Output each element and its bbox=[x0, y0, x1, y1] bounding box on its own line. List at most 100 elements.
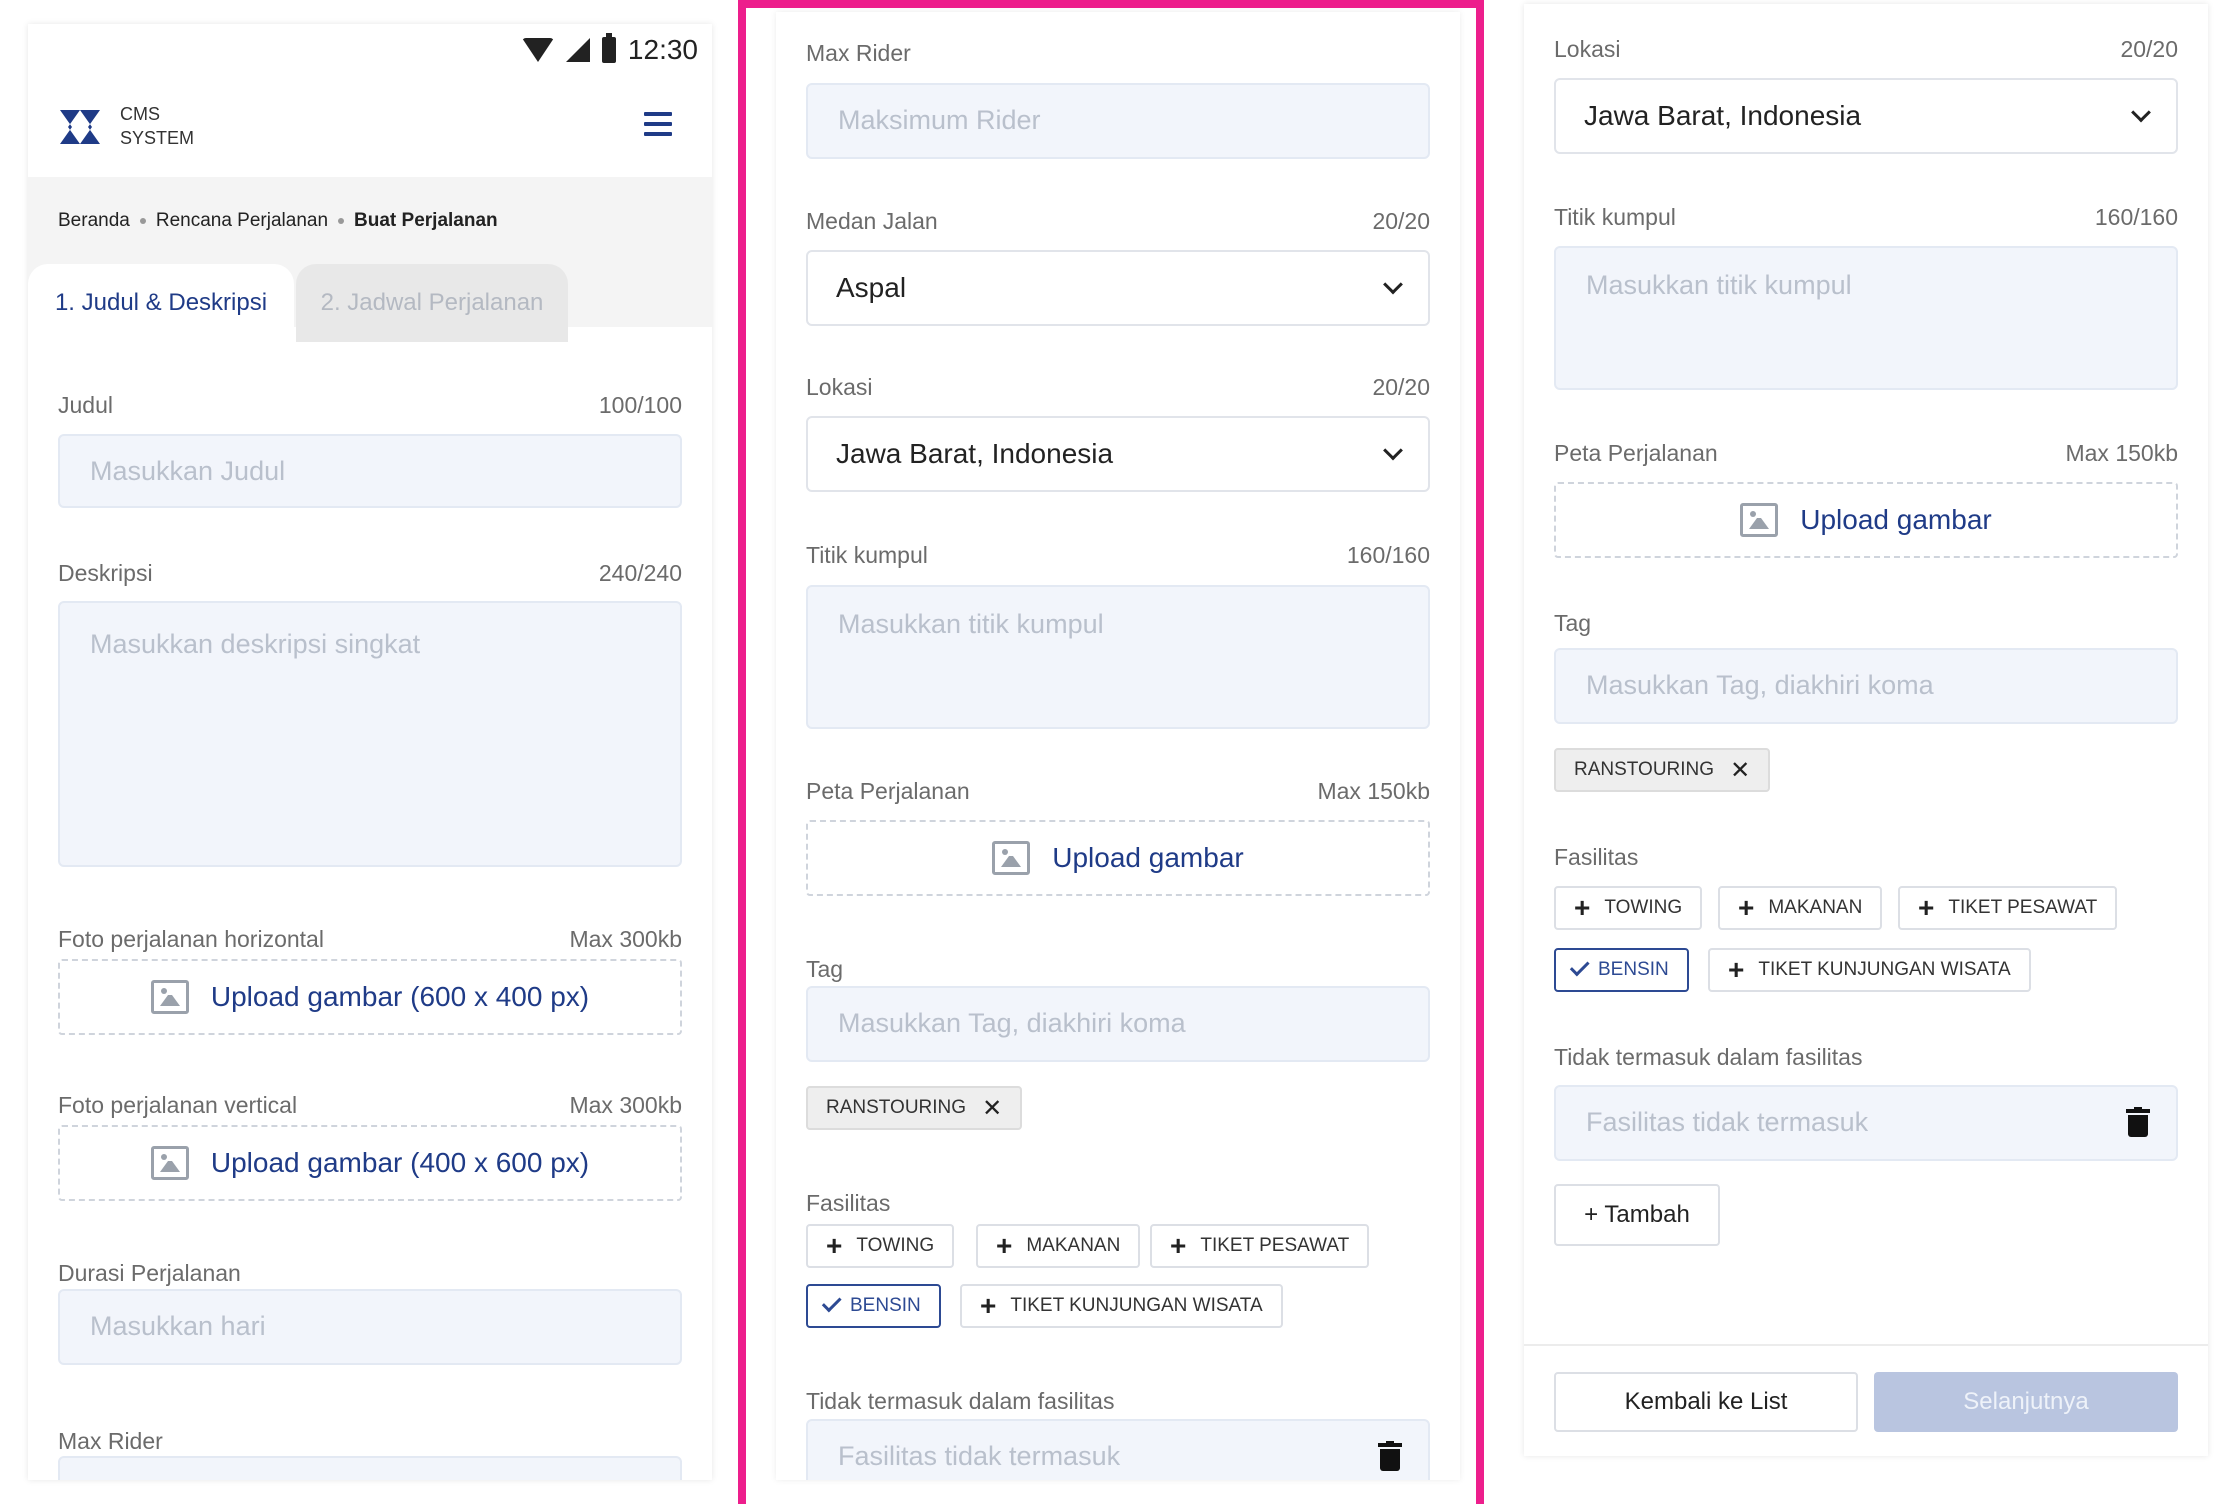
logo-icon[interactable] bbox=[58, 106, 104, 148]
fasilitas-chip-towing[interactable]: + TOWING bbox=[1554, 886, 1703, 930]
tab-jadwal-perjalanan[interactable]: 2. Jadwal Perjalanan bbox=[296, 264, 568, 342]
titik-kumpul-textarea[interactable]: Masukkan titik kumpul bbox=[806, 585, 1430, 729]
deskripsi-label: Deskripsi bbox=[58, 560, 153, 586]
trash-icon[interactable] bbox=[2126, 1107, 2150, 1137]
mobile-screen-3: Lokasi 20/20 Jawa Barat, Indonesia Titik… bbox=[1524, 4, 2208, 1456]
tag-chip: RANSTOURING ✕ bbox=[806, 1086, 1023, 1130]
add-exclusion-button[interactable]: + Tambah bbox=[1554, 1184, 1720, 1246]
fasilitas-chip-tiket-kunjungan[interactable]: + TIKET KUNJUNGAN WISATA bbox=[1708, 948, 2031, 992]
lokasi-value: Jawa Barat, Indonesia bbox=[1584, 100, 1862, 131]
titik-kumpul-counter: 160/160 bbox=[2094, 204, 2178, 230]
status-bar: 12:30 bbox=[521, 33, 698, 66]
plus-icon: + bbox=[826, 1230, 843, 1261]
mobile-screen-2: Max Rider Maksimum Rider Medan Jalan 20/… bbox=[776, 12, 1460, 1480]
durasi-input[interactable]: Masukkan hari bbox=[58, 1289, 682, 1365]
hamburger-icon[interactable] bbox=[644, 112, 672, 136]
tidak-termasuk-placeholder: Fasilitas tidak termasuk bbox=[838, 1441, 1121, 1471]
peta-limit: Max 150kb bbox=[2065, 440, 2178, 466]
chevron-down-icon bbox=[1383, 440, 1403, 461]
fasilitas-chip-tiket-pesawat[interactable]: + TIKET PESAWAT bbox=[1898, 886, 2118, 930]
upload-text: Upload gambar bbox=[1800, 504, 1992, 535]
upload-text: Upload gambar bbox=[1052, 842, 1244, 873]
upload-text: Upload gambar (400 x 600 px) bbox=[210, 1147, 590, 1178]
medan-jalan-select[interactable]: Aspal bbox=[806, 250, 1430, 326]
titik-kumpul-textarea[interactable]: Masukkan titik kumpul bbox=[1554, 246, 2178, 390]
peta-label: Peta Perjalanan bbox=[1554, 440, 1718, 466]
chip-label: TOWING bbox=[1604, 897, 1683, 918]
fasilitas-label: Fasilitas bbox=[1554, 844, 1639, 870]
plus-icon: + bbox=[1574, 892, 1591, 923]
brand-name: CMS SYSTEM bbox=[120, 102, 194, 150]
tidak-termasuk-label: Tidak termasuk dalam fasilitas bbox=[1554, 1044, 1863, 1070]
fasilitas-chip-makanan[interactable]: + MAKANAN bbox=[976, 1224, 1141, 1268]
titik-kumpul-placeholder: Masukkan titik kumpul bbox=[1586, 270, 1852, 300]
tag-placeholder: Masukkan Tag, diakhiri koma bbox=[1586, 670, 1934, 700]
peta-upload[interactable]: Upload gambar bbox=[806, 820, 1430, 896]
breadcrumb-item-beranda[interactable]: Beranda bbox=[58, 210, 130, 232]
fasilitas-chip-tiket-pesawat[interactable]: + TIKET PESAWAT bbox=[1150, 1224, 1370, 1268]
tag-input[interactable]: Masukkan Tag, diakhiri koma bbox=[1554, 648, 2178, 724]
max-rider-input[interactable]: Maksimum Rider bbox=[806, 83, 1430, 159]
lokasi-select[interactable]: Jawa Barat, Indonesia bbox=[1554, 78, 2178, 154]
foto-vertical-upload[interactable]: Upload gambar (400 x 600 px) bbox=[58, 1125, 682, 1201]
chip-label: BENSIN bbox=[1598, 959, 1669, 980]
fasilitas-chip-towing[interactable]: + TOWING bbox=[806, 1224, 955, 1268]
lokasi-counter: 20/20 bbox=[2120, 36, 2178, 62]
foto-horizontal-upload[interactable]: Upload gambar (600 x 400 px) bbox=[58, 959, 682, 1035]
chip-label: MAKANAN bbox=[1768, 897, 1863, 918]
judul-placeholder: Masukkan Judul bbox=[90, 456, 286, 486]
lokasi-select[interactable]: Jawa Barat, Indonesia bbox=[806, 416, 1430, 492]
next-button[interactable]: Selanjutnya bbox=[1874, 1372, 2178, 1432]
foto-vertical-label: Foto perjalanan vertical bbox=[58, 1092, 298, 1118]
judul-label: Judul bbox=[58, 392, 113, 418]
titik-kumpul-label: Titik kumpul bbox=[1554, 204, 1676, 230]
max-rider-label: Max Rider bbox=[58, 1428, 163, 1454]
image-icon bbox=[992, 841, 1031, 875]
tag-chip: RANSTOURING ✕ bbox=[1554, 748, 1771, 792]
plus-icon: + bbox=[1918, 892, 1935, 923]
fasilitas-chip-tiket-kunjungan[interactable]: + TIKET KUNJUNGAN WISATA bbox=[960, 1284, 1283, 1328]
status-time: 12:30 bbox=[627, 34, 698, 65]
plus-icon: + bbox=[1728, 954, 1745, 985]
close-icon[interactable]: ✕ bbox=[1730, 756, 1750, 785]
tag-input[interactable]: Masukkan Tag, diakhiri koma bbox=[806, 986, 1430, 1062]
check-icon bbox=[821, 1292, 842, 1313]
tidak-termasuk-input[interactable]: Fasilitas tidak termasuk bbox=[806, 1419, 1430, 1480]
judul-input[interactable]: Masukkan Judul bbox=[58, 434, 682, 508]
breadcrumb-item-rencana[interactable]: Rencana Perjalanan bbox=[156, 210, 328, 232]
breadcrumb-separator bbox=[139, 218, 146, 224]
fasilitas-chip-bensin[interactable]: BENSIN bbox=[1554, 948, 1689, 992]
peta-label: Peta Perjalanan bbox=[806, 778, 970, 804]
tidak-termasuk-input[interactable]: Fasilitas tidak termasuk bbox=[1554, 1085, 2178, 1161]
max-rider-label: Max Rider bbox=[806, 40, 911, 66]
tidak-termasuk-label: Tidak termasuk dalam fasilitas bbox=[806, 1388, 1115, 1414]
back-to-list-button[interactable]: Kembali ke List bbox=[1554, 1372, 1858, 1432]
check-icon bbox=[1569, 956, 1590, 977]
medan-jalan-counter: 20/20 bbox=[1372, 208, 1430, 234]
max-rider-input-partial[interactable] bbox=[58, 1456, 682, 1480]
breadcrumb-separator bbox=[338, 218, 345, 224]
chip-label: BENSIN bbox=[850, 1295, 921, 1316]
peta-upload[interactable]: Upload gambar bbox=[1554, 482, 2178, 558]
lokasi-label: Lokasi bbox=[806, 374, 873, 400]
foto-vertical-limit: Max 300kb bbox=[569, 1092, 682, 1118]
breadcrumb: Beranda Rencana Perjalanan Buat Perjalan… bbox=[58, 210, 498, 232]
mobile-screen-1: 12:30 CMS SYSTEM Beranda Rencana Perjala… bbox=[28, 24, 712, 1480]
titik-kumpul-counter: 160/160 bbox=[1346, 542, 1430, 568]
max-rider-placeholder: Maksimum Rider bbox=[838, 105, 1041, 135]
foto-horizontal-label: Foto perjalanan horizontal bbox=[58, 926, 324, 952]
durasi-label: Durasi Perjalanan bbox=[58, 1260, 241, 1286]
deskripsi-textarea[interactable]: Masukkan deskripsi singkat bbox=[58, 601, 682, 867]
close-icon[interactable]: ✕ bbox=[982, 1094, 1002, 1123]
fasilitas-label: Fasilitas bbox=[806, 1190, 891, 1216]
fasilitas-chip-bensin[interactable]: BENSIN bbox=[806, 1284, 941, 1328]
lokasi-value: Jawa Barat, Indonesia bbox=[836, 438, 1114, 469]
trash-icon[interactable] bbox=[1378, 1441, 1402, 1471]
plus-icon: + bbox=[1170, 1230, 1187, 1261]
image-icon bbox=[1740, 503, 1779, 537]
chevron-down-icon bbox=[2131, 102, 2151, 123]
wifi-icon bbox=[521, 38, 554, 62]
fasilitas-chip-makanan[interactable]: + MAKANAN bbox=[1718, 886, 1883, 930]
tab-judul-deskripsi[interactable]: 1. Judul & Deskripsi bbox=[28, 264, 294, 342]
plus-icon: + bbox=[996, 1230, 1013, 1261]
